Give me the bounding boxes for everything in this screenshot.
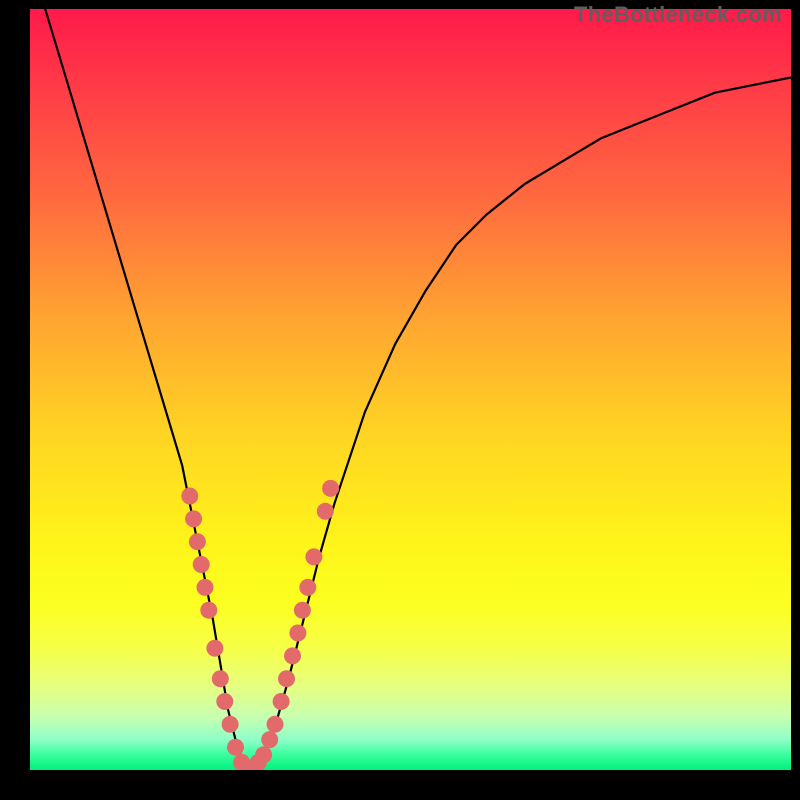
chart-frame: TheBottleneck.com <box>0 0 800 800</box>
data-point <box>222 716 239 733</box>
data-point <box>305 548 322 565</box>
data-point <box>193 556 210 573</box>
data-point <box>189 533 206 550</box>
data-point <box>267 716 284 733</box>
data-point <box>197 579 214 596</box>
data-point <box>227 739 244 756</box>
data-point <box>273 693 290 710</box>
data-point <box>216 693 233 710</box>
data-point <box>317 503 334 520</box>
data-point <box>185 510 202 527</box>
data-point <box>255 746 272 763</box>
data-point <box>261 731 278 748</box>
data-point <box>206 640 223 657</box>
data-point <box>299 579 316 596</box>
data-points <box>181 480 339 770</box>
data-point <box>289 625 306 642</box>
data-point <box>181 488 198 505</box>
plot-area <box>30 9 791 770</box>
data-point <box>278 670 295 687</box>
data-point <box>284 647 301 664</box>
data-point <box>212 670 229 687</box>
data-point <box>294 602 311 619</box>
data-point <box>200 602 217 619</box>
chart-svg <box>30 9 791 770</box>
data-point <box>322 480 339 497</box>
bottleneck-curve <box>45 9 791 770</box>
watermark-text: TheBottleneck.com <box>574 2 782 28</box>
